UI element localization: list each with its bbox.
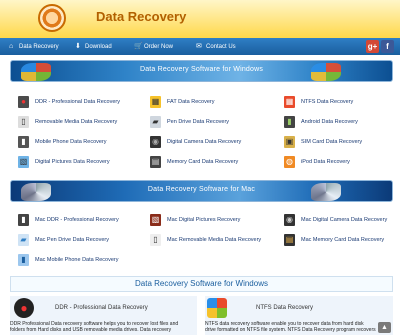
card-ntfs[interactable]: NTFS Data Recovery NTFS data recovery so… (205, 296, 393, 335)
memory-card-icon: ▤ (150, 156, 161, 168)
digital-camera-icon: ◉ (150, 136, 161, 148)
card-ddr-professional[interactable]: ● DDR - Professional Data Recovery DDR P… (10, 296, 197, 335)
mac-removable-icon: ▯ (150, 234, 161, 246)
nav-order-now[interactable]: 🛒Order Now (134, 38, 173, 55)
digital-pictures-icon: ▧ (18, 156, 29, 168)
sim-card-icon: ▣ (284, 136, 295, 148)
card-title[interactable]: DDR - Professional Data Recovery (55, 305, 148, 311)
mac-memory-card-icon: ▤ (284, 234, 295, 246)
download-icon: ⬇ (75, 43, 81, 50)
removable-media-icon: ▯ (18, 116, 29, 128)
ipod-icon: ◍ (284, 156, 295, 168)
mobile-phone-icon: ▮ (18, 136, 29, 148)
mac-camera-icon: ◉ (284, 214, 295, 226)
mail-icon: ✉ (196, 43, 202, 50)
ddr-pro-icon: ● (14, 298, 34, 318)
banner-title: Data Recovery Software for Mac (147, 186, 256, 193)
mac-pictures-icon: ▧ (150, 214, 161, 226)
brand-logo-icon[interactable] (38, 4, 66, 32)
card-description: DDR Professional Data recovery software … (10, 321, 179, 333)
windows-software-banner: Data Recovery Software for Windows (10, 60, 393, 82)
card-title[interactable]: NTFS Data Recovery (256, 305, 313, 311)
ntfs-icon: ▦ (284, 96, 295, 108)
facebook-icon[interactable]: f (381, 40, 394, 53)
home-icon: ⌂ (9, 43, 14, 50)
card-description: NTFS data recovery software enable you t… (205, 321, 376, 333)
pen-drive-icon: ▰ (150, 116, 161, 128)
nav-data-recovery[interactable]: ⌂ Data Recovery (9, 38, 59, 55)
cart-icon: 🛒 (134, 43, 143, 50)
mac-mobile-icon: ▮ (18, 254, 29, 266)
site-header: Data Recovery (0, 0, 400, 39)
windows-section-title: Data Recovery Software for Windows (10, 276, 393, 292)
mac-pen-drive-icon: ▰ (18, 234, 29, 246)
google-plus-icon[interactable]: g+ (366, 40, 379, 53)
mac-software-banner: Data Recovery Software for Mac (10, 180, 393, 202)
main-nav: ⌂ Data Recovery ⬇ Download 🛒Order Now ✉ Con… (0, 38, 400, 55)
windows-logo-icon (207, 298, 227, 318)
mac-ddr-icon: ▮ (18, 214, 29, 226)
ddr-pro-icon: ● (18, 96, 29, 108)
nav-contact-us[interactable]: ✉ Contact Us (196, 38, 236, 55)
scroll-to-top-button[interactable]: ▲ (378, 322, 391, 333)
nav-download[interactable]: ⬇ Download (75, 38, 112, 55)
android-icon: ▮ (284, 116, 295, 128)
banner-title: Data Recovery Software for Windows (139, 66, 264, 73)
chevron-up-icon: ▲ (381, 324, 388, 331)
brand-title[interactable]: Data Recovery (96, 9, 186, 24)
fat-icon: ▦ (150, 96, 161, 108)
